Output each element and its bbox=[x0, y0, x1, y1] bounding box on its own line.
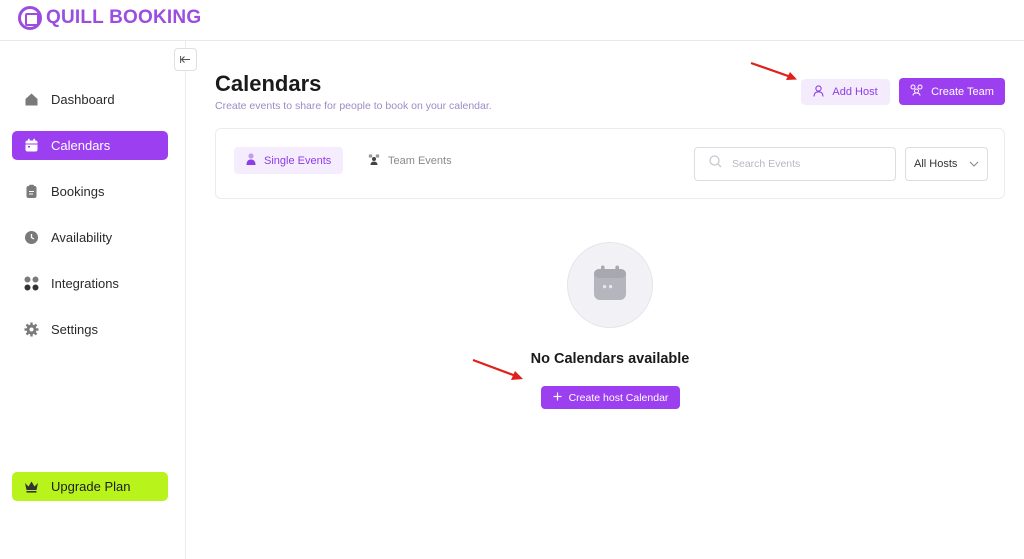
calendar-icon bbox=[593, 265, 627, 306]
sidebar: Dashboard Calendars Bookings Availabilit… bbox=[0, 41, 186, 559]
logo-icon bbox=[18, 6, 42, 30]
hosts-select[interactable]: All Hosts bbox=[905, 147, 988, 181]
upgrade-plan-button[interactable]: Upgrade Plan bbox=[12, 472, 168, 501]
page-subtitle: Create events to share for people to boo… bbox=[215, 100, 492, 112]
sidebar-item-dashboard[interactable]: Dashboard bbox=[12, 85, 168, 114]
sidebar-item-label: Availability bbox=[51, 230, 113, 245]
hosts-select-value: All Hosts bbox=[914, 158, 958, 170]
page-title: Calendars bbox=[215, 71, 322, 96]
add-host-button[interactable]: Add Host bbox=[801, 79, 890, 105]
plus-icon bbox=[553, 392, 562, 404]
grid-dots-icon bbox=[24, 276, 39, 291]
sidebar-item-calendars[interactable]: Calendars bbox=[12, 131, 168, 160]
chevron-down-icon bbox=[969, 158, 979, 170]
create-host-calendar-button[interactable]: Create host Calendar bbox=[541, 386, 680, 409]
clock-icon bbox=[24, 230, 39, 245]
top-bar: QUILL BOOKING bbox=[0, 0, 1024, 41]
upgrade-plan-label: Upgrade Plan bbox=[51, 479, 131, 494]
sidebar-item-availability[interactable]: Availability bbox=[12, 223, 168, 252]
tab-label: Single Events bbox=[264, 154, 332, 167]
search-icon bbox=[709, 155, 722, 173]
create-team-button[interactable]: Create Team bbox=[899, 78, 1005, 105]
crown-icon bbox=[24, 479, 39, 494]
create-host-calendar-label: Create host Calendar bbox=[568, 391, 669, 404]
tab-label: Team Events bbox=[388, 154, 452, 167]
sidebar-item-integrations[interactable]: Integrations bbox=[12, 269, 168, 298]
sidebar-item-bookings[interactable]: Bookings bbox=[12, 177, 168, 206]
collapse-sidebar-button[interactable] bbox=[174, 48, 197, 71]
collapse-arrow-icon bbox=[180, 53, 191, 67]
create-team-label: Create Team bbox=[931, 85, 994, 98]
person-icon bbox=[246, 153, 256, 168]
sidebar-item-label: Dashboard bbox=[51, 92, 115, 107]
sidebar-item-settings[interactable]: Settings bbox=[12, 315, 168, 344]
filter-panel: Single Events Team Events All Hosts bbox=[215, 128, 1005, 199]
logo-text: QUILL BOOKING bbox=[46, 7, 202, 28]
team-icon bbox=[368, 153, 380, 168]
empty-state-title: No Calendars available bbox=[530, 351, 690, 367]
tab-team-events[interactable]: Team Events bbox=[356, 147, 464, 174]
add-host-label: Add Host bbox=[832, 86, 878, 98]
tab-single-events[interactable]: Single Events bbox=[234, 147, 344, 174]
search-box[interactable] bbox=[694, 147, 896, 181]
gear-icon bbox=[24, 322, 39, 337]
home-icon bbox=[24, 92, 39, 107]
user-icon bbox=[813, 84, 824, 100]
calendar-icon bbox=[24, 138, 39, 153]
sidebar-item-label: Calendars bbox=[51, 138, 111, 153]
annotation-arrow-icon bbox=[472, 358, 523, 380]
annotation-arrow-icon bbox=[750, 61, 797, 80]
sidebar-item-label: Bookings bbox=[51, 184, 105, 199]
sidebar-item-label: Integrations bbox=[51, 276, 119, 291]
search-input[interactable] bbox=[732, 158, 882, 170]
app-logo[interactable]: QUILL BOOKING bbox=[18, 6, 201, 30]
clipboard-icon bbox=[24, 184, 39, 199]
team-icon bbox=[910, 84, 923, 99]
empty-state-illustration bbox=[567, 242, 653, 328]
sidebar-item-label: Settings bbox=[51, 322, 98, 337]
